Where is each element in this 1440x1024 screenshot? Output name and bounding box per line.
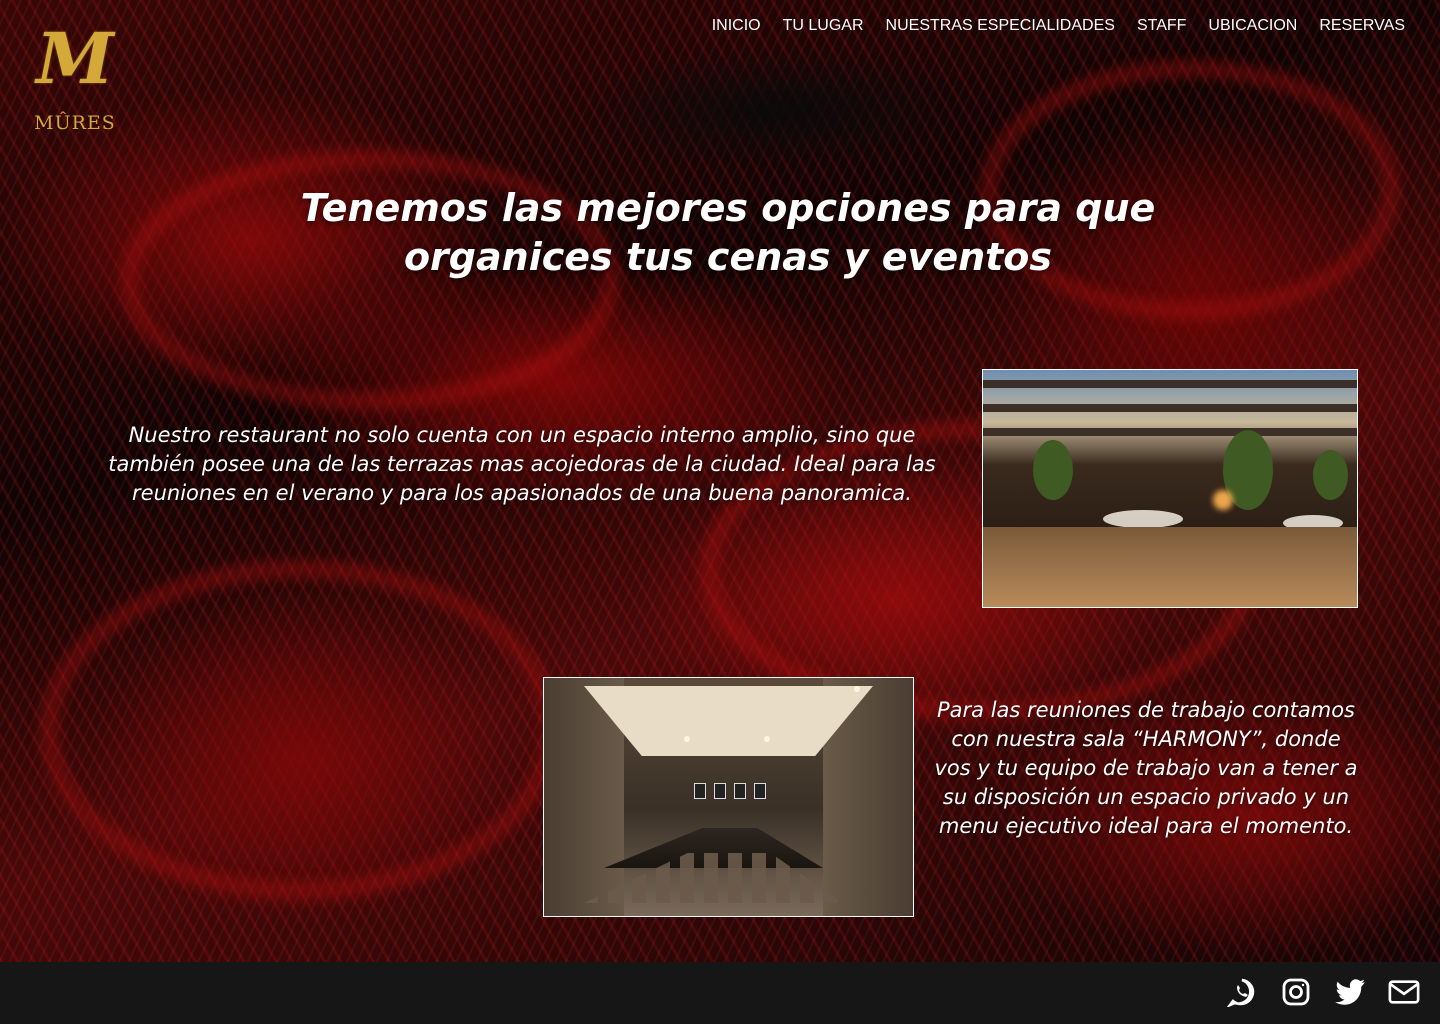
- terrace-description: Nuestro restaurant no solo cuenta con un…: [108, 423, 936, 505]
- nav-item-inicio[interactable]: INICIO: [712, 16, 761, 36]
- nav-item-staff[interactable]: STAFF: [1137, 16, 1186, 36]
- hero-headline: Tenemos las mejores opciones para que or…: [300, 186, 1156, 279]
- social-links: [1226, 976, 1420, 1008]
- background-swirl: [40, 560, 560, 900]
- whatsapp-icon[interactable]: [1226, 976, 1258, 1008]
- brand-logo[interactable]: M MÛRES: [30, 14, 120, 144]
- nav-item-especialidades[interactable]: NUESTRAS ESPECIALIDADES: [886, 16, 1115, 36]
- logo-mark: M: [36, 17, 114, 100]
- site-footer: [0, 962, 1440, 1024]
- nav-item-tu-lugar[interactable]: TU LUGAR: [783, 16, 864, 36]
- logo-wordmark: MÛRES: [34, 112, 116, 134]
- instagram-icon[interactable]: [1280, 976, 1312, 1008]
- harmony-room-description: Para las reuniones de trabajo contamos c…: [934, 698, 1358, 838]
- restaurant-terrace-photo: [982, 369, 1358, 608]
- main-nav: INICIO TU LUGAR NUESTRAS ESPECIALIDADES …: [712, 16, 1405, 36]
- nav-item-reservas[interactable]: RESERVAS: [1319, 16, 1405, 36]
- twitter-icon[interactable]: [1334, 976, 1366, 1008]
- harmony-meeting-room-photo: [543, 677, 914, 917]
- email-icon[interactable]: [1388, 976, 1420, 1008]
- nav-item-ubicacion[interactable]: UBICACION: [1208, 16, 1297, 36]
